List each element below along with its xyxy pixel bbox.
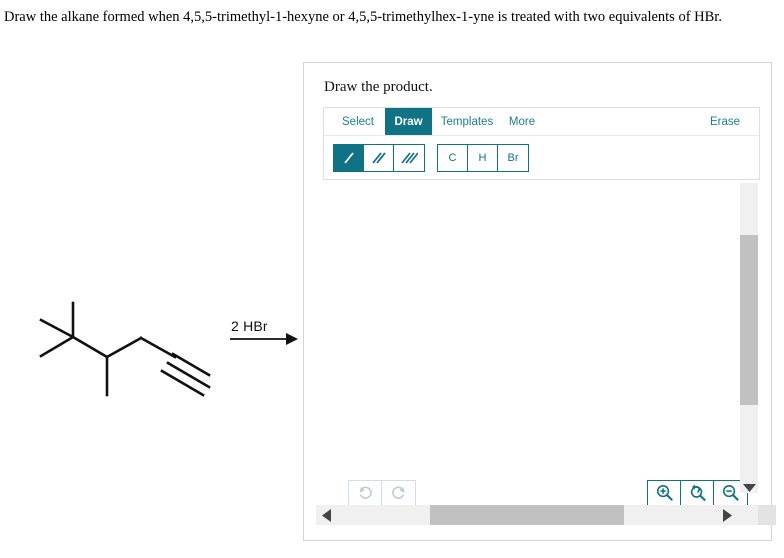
- double-bond-icon: [370, 149, 388, 167]
- single-bond-icon: [340, 149, 358, 167]
- atom-button-bromine[interactable]: Br: [498, 145, 528, 171]
- undo-icon: [356, 484, 374, 507]
- horizontal-scrollbar[interactable]: [316, 505, 758, 525]
- atom-button-hydrogen[interactable]: H: [468, 145, 498, 171]
- tab-select[interactable]: Select: [334, 108, 382, 136]
- atom-label-hydrogen: H: [478, 152, 487, 164]
- zoom-reset-icon: [688, 483, 707, 507]
- horizontal-scrollbar-thumb[interactable]: [430, 505, 624, 525]
- atom-button-carbon[interactable]: C: [438, 145, 468, 171]
- triple-bond-icon: [400, 149, 418, 167]
- vertical-scrollbar[interactable]: [740, 183, 758, 493]
- single-bond-button[interactable]: [334, 145, 364, 171]
- question-prompt: Draw the alkane formed when 4,5,5-trimet…: [4, 9, 722, 25]
- scroll-down-arrow-icon[interactable]: [742, 481, 756, 495]
- reagent-label: 2 HBr: [231, 318, 268, 334]
- triple-bond-button[interactable]: [394, 145, 424, 171]
- tab-more[interactable]: More: [504, 108, 540, 136]
- sketcher-tab-bar: Select Draw Templates More Erase: [323, 107, 760, 136]
- tab-templates[interactable]: Templates: [436, 108, 498, 136]
- zoom-out-icon: [721, 483, 740, 507]
- scrollbar-corner: [758, 505, 776, 525]
- erase-button[interactable]: Erase: [703, 108, 747, 136]
- redo-icon: [390, 484, 408, 507]
- vertical-scrollbar-thumb[interactable]: [740, 235, 758, 405]
- editor-title: Draw the product.: [324, 79, 433, 95]
- reaction-scheme: [10, 280, 300, 410]
- sketcher-tool-bar: C H Br: [323, 135, 760, 180]
- zoom-in-icon: [655, 483, 674, 507]
- double-bond-button[interactable]: [364, 145, 394, 171]
- bond-tool-group: [333, 144, 425, 172]
- scroll-left-arrow-icon[interactable]: [322, 509, 334, 522]
- molecule-editor-panel: Draw the product. Select Draw Templates …: [303, 62, 772, 541]
- drawing-canvas[interactable]: [323, 180, 760, 525]
- tab-draw[interactable]: Draw: [385, 108, 432, 136]
- atom-label-carbon: C: [448, 152, 457, 164]
- scroll-right-arrow-icon[interactable]: [722, 509, 734, 522]
- molecule-sketcher: Select Draw Templates More Erase C H Br: [323, 107, 760, 525]
- atom-tool-group: C H Br: [437, 144, 529, 172]
- atom-label-bromine: Br: [507, 152, 519, 164]
